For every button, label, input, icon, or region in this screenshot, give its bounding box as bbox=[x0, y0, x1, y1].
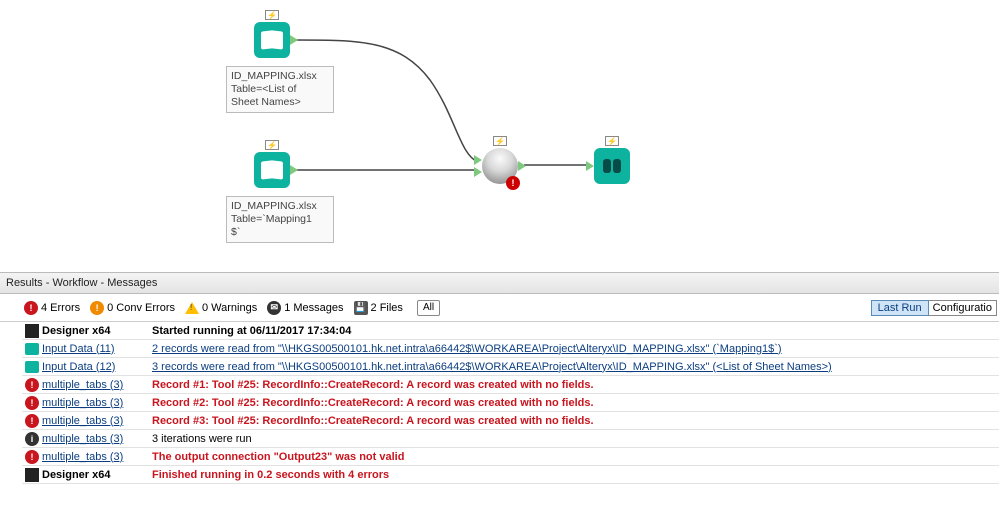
input-port[interactable] bbox=[474, 167, 482, 177]
row-source[interactable]: multiple_tabs (3) bbox=[42, 415, 150, 427]
row-type-icon: ! bbox=[22, 450, 42, 464]
macro-bolt-icon: ⚡ bbox=[605, 136, 619, 146]
tool-annotation-2: ID_MAPPING.xlsx Table=`Mapping1 $` bbox=[226, 196, 334, 243]
result-row: !multiple_tabs (3)Record #3: Tool #25: R… bbox=[22, 412, 999, 430]
row-source: Designer x64 bbox=[42, 325, 150, 337]
results-grid: Designer x64Started running at 06/11/201… bbox=[22, 322, 999, 484]
label: 0 Conv Errors bbox=[107, 302, 175, 314]
warnings-filter[interactable]: 0 Warnings bbox=[185, 302, 257, 314]
errors-filter[interactable]: !4 Errors bbox=[24, 301, 80, 315]
row-message[interactable]: 2 records were read from "\\HKGS00500101… bbox=[150, 343, 999, 355]
error-icon: ! bbox=[24, 301, 38, 315]
macro-bolt-icon: ⚡ bbox=[265, 140, 279, 150]
row-source: Designer x64 bbox=[42, 469, 150, 481]
anno-line: ID_MAPPING.xlsx bbox=[231, 70, 317, 82]
row-type-icon bbox=[22, 343, 42, 355]
row-message: The output connection "Output23" was not… bbox=[150, 451, 999, 463]
output-port[interactable] bbox=[290, 35, 298, 45]
row-source[interactable]: multiple_tabs (3) bbox=[42, 451, 150, 463]
row-type-icon: ! bbox=[22, 414, 42, 428]
row-message: Record #3: Tool #25: RecordInfo::CreateR… bbox=[150, 415, 999, 427]
macro-bolt-icon: ⚡ bbox=[265, 10, 279, 20]
output-port[interactable] bbox=[290, 165, 298, 175]
anno-line: Table=`Mapping1 bbox=[231, 213, 312, 225]
row-message: Record #2: Tool #25: RecordInfo::CreateR… bbox=[150, 397, 999, 409]
label: Configuratio bbox=[933, 302, 992, 314]
macro-bolt-icon: ⚡ bbox=[493, 136, 507, 146]
save-icon: 💾 bbox=[354, 301, 368, 315]
anno-line: $` bbox=[231, 226, 240, 238]
row-type-icon bbox=[22, 361, 42, 373]
row-source[interactable]: multiple_tabs (3) bbox=[42, 433, 150, 445]
anno-line: ID_MAPPING.xlsx bbox=[231, 200, 317, 212]
macro-tool[interactable]: ⚡ ! bbox=[482, 148, 518, 184]
input-data-tool-1[interactable]: ⚡ bbox=[254, 22, 290, 58]
input-port[interactable] bbox=[474, 155, 482, 165]
workflow-canvas[interactable]: ⚡ ID_MAPPING.xlsx Table=<List of Sheet N… bbox=[0, 0, 999, 272]
output-port[interactable] bbox=[518, 161, 526, 171]
binoculars-icon bbox=[603, 159, 621, 173]
messages-filter[interactable]: ✉1 Messages bbox=[267, 301, 343, 315]
row-message: Record #1: Tool #25: RecordInfo::CreateR… bbox=[150, 379, 999, 391]
results-panel-header: Results - Workflow - Messages bbox=[0, 272, 999, 294]
row-type-icon: ! bbox=[22, 378, 42, 392]
message-icon: ✉ bbox=[267, 301, 281, 315]
result-row: Input Data (12)3 records were read from … bbox=[22, 358, 999, 376]
result-row: Designer x64Started running at 06/11/201… bbox=[22, 322, 999, 340]
conv-error-icon: ! bbox=[90, 301, 104, 315]
result-row: !multiple_tabs (3)Record #1: Tool #25: R… bbox=[22, 376, 999, 394]
tool-annotation-1: ID_MAPPING.xlsx Table=<List of Sheet Nam… bbox=[226, 66, 334, 113]
anno-line: Table=<List of bbox=[231, 83, 296, 95]
label: Last Run bbox=[878, 302, 922, 314]
result-row: Designer x64Finished running in 0.2 seco… bbox=[22, 466, 999, 484]
input-port[interactable] bbox=[586, 161, 594, 171]
browse-tool[interactable]: ⚡ bbox=[594, 148, 630, 184]
row-message: Started running at 06/11/2017 17:34:04 bbox=[150, 325, 999, 337]
row-message: 3 iterations were run bbox=[150, 433, 999, 445]
label: 4 Errors bbox=[41, 302, 80, 314]
label: 2 Files bbox=[371, 302, 403, 314]
last-run-button[interactable]: Last Run bbox=[871, 300, 929, 316]
files-filter[interactable]: 💾2 Files bbox=[354, 301, 403, 315]
conv-errors-filter[interactable]: !0 Conv Errors bbox=[90, 301, 175, 315]
label: All bbox=[423, 302, 434, 313]
row-message: Finished running in 0.2 seconds with 4 e… bbox=[150, 469, 999, 481]
result-row: Input Data (11)2 records were read from … bbox=[22, 340, 999, 358]
book-icon bbox=[261, 31, 283, 49]
row-source[interactable]: Input Data (12) bbox=[42, 361, 150, 373]
row-type-icon bbox=[22, 324, 42, 338]
row-source[interactable]: Input Data (11) bbox=[42, 343, 150, 355]
result-row: !multiple_tabs (3)The output connection … bbox=[22, 448, 999, 466]
row-message[interactable]: 3 records were read from "\\HKGS00500101… bbox=[150, 361, 999, 373]
result-row: imultiple_tabs (3)3 iterations were run bbox=[22, 430, 999, 448]
results-title: Results - Workflow - Messages bbox=[6, 277, 157, 289]
label: 1 Messages bbox=[284, 302, 343, 314]
anno-line: Sheet Names> bbox=[231, 96, 301, 108]
results-status-bar: !4 Errors !0 Conv Errors 0 Warnings ✉1 M… bbox=[0, 294, 999, 322]
row-type-icon bbox=[22, 468, 42, 482]
input-data-tool-2[interactable]: ⚡ bbox=[254, 152, 290, 188]
row-type-icon: ! bbox=[22, 396, 42, 410]
row-type-icon: i bbox=[22, 432, 42, 446]
row-source[interactable]: multiple_tabs (3) bbox=[42, 397, 150, 409]
book-icon bbox=[261, 161, 283, 179]
result-row: !multiple_tabs (3)Record #2: Tool #25: R… bbox=[22, 394, 999, 412]
row-source[interactable]: multiple_tabs (3) bbox=[42, 379, 150, 391]
warning-icon bbox=[185, 302, 199, 314]
configuration-button[interactable]: Configuratio bbox=[929, 300, 997, 316]
all-filter[interactable]: All bbox=[417, 300, 440, 316]
error-badge-icon: ! bbox=[506, 176, 520, 190]
label: 0 Warnings bbox=[202, 302, 257, 314]
